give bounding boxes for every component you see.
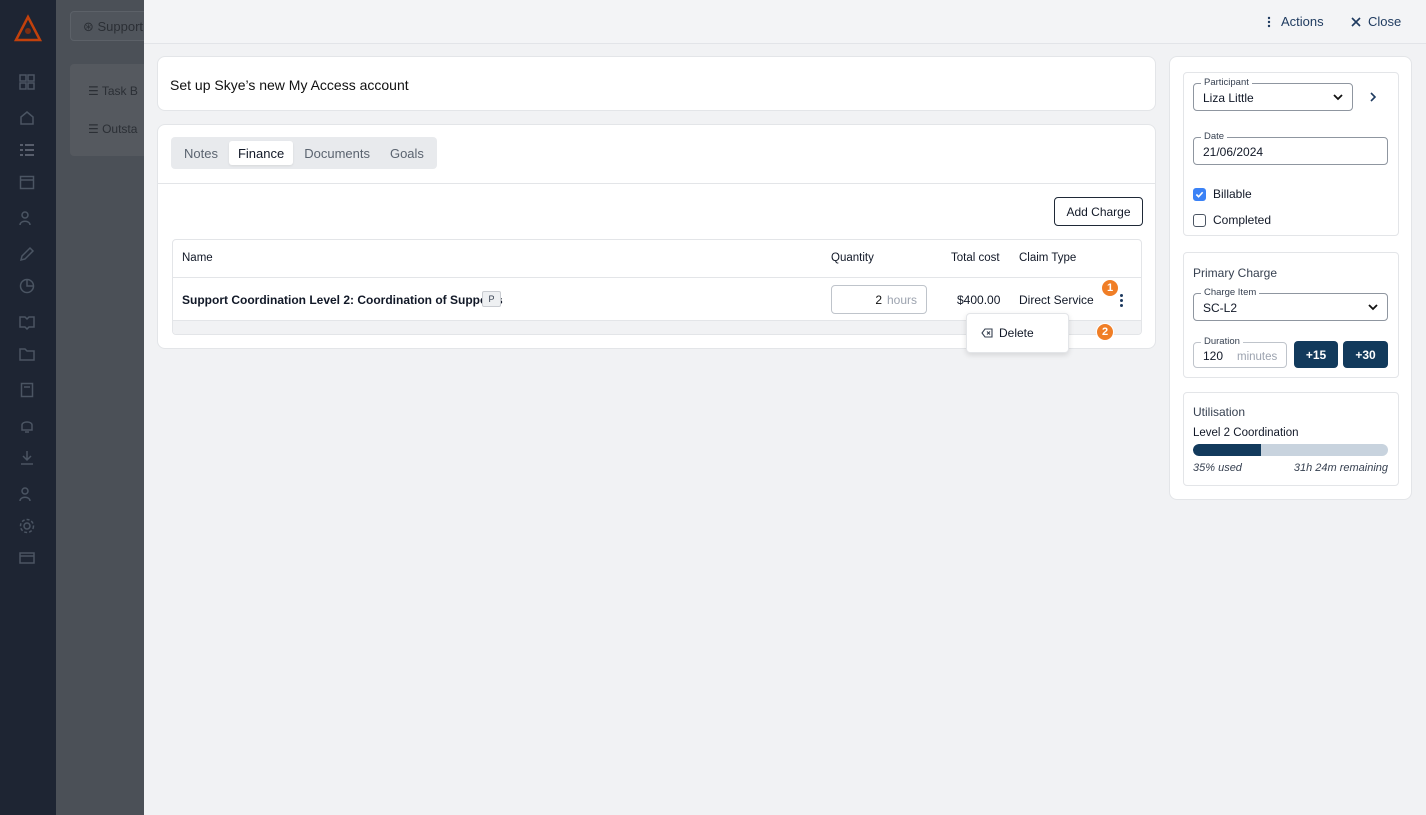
utilisation-progress-fill	[1193, 444, 1262, 456]
charge-item-select[interactable]: Charge Item SC-L2	[1193, 287, 1388, 321]
duration-unit: minutes	[1237, 351, 1278, 363]
app-logo-icon[interactable]	[13, 14, 43, 44]
utilisation-used: 35% used	[1193, 462, 1242, 474]
duration-value: 120	[1203, 349, 1224, 363]
background-row-label: Outsta	[102, 122, 138, 136]
kebab-dot	[1119, 298, 1123, 302]
duration-label: Duration	[1201, 336, 1243, 347]
date-field[interactable]: Date 21/06/2024	[1193, 131, 1388, 165]
duration-input[interactable]: Duration 120 minutes	[1193, 336, 1287, 368]
quantity-unit: hours	[886, 293, 917, 307]
chevron-right-icon[interactable]	[1367, 91, 1379, 103]
participant-label: Participant	[1201, 77, 1252, 88]
charge-total-cost: $400.00	[957, 293, 1001, 307]
billable-checkbox[interactable]: Billable	[1193, 187, 1252, 201]
quantity-input[interactable]: 2 hours	[831, 285, 927, 314]
add-30-button[interactable]: +30	[1343, 341, 1388, 368]
column-header-total-cost: Total cost	[951, 252, 1000, 264]
primary-charge-section: Primary Charge Charge Item SC-L2 Duratio…	[1183, 252, 1399, 378]
chevron-down-icon	[1368, 304, 1378, 311]
utilisation-item: Level 2 Coordination	[1193, 427, 1299, 439]
checkbox-checked-icon	[1193, 187, 1206, 201]
download-icon[interactable]	[19, 450, 35, 466]
book-icon[interactable]	[19, 314, 35, 330]
participant-value: Liza Little	[1203, 91, 1254, 105]
primary-charge-title: Primary Charge	[1193, 266, 1278, 280]
divider	[158, 183, 1155, 184]
charge-badge: P	[482, 291, 501, 307]
tab-bar: Notes Finance Documents Goals	[171, 137, 437, 169]
utilisation-progress-bar	[1193, 444, 1388, 456]
charge-item-label: Charge Item	[1201, 287, 1260, 298]
background-panel	[70, 64, 150, 156]
bell-icon[interactable]	[19, 418, 35, 434]
completed-checkbox[interactable]: Completed	[1193, 213, 1271, 227]
add-15-button[interactable]: +15	[1294, 341, 1338, 368]
tasks-icon[interactable]	[19, 142, 35, 158]
charge-name: Support Coordination Level 2: Coordinati…	[182, 293, 503, 307]
utilisation-section: Utilisation Level 2 Coordination 35% use…	[1183, 392, 1399, 486]
kebab-dot	[1119, 303, 1123, 307]
row-context-menu[interactable]: Delete	[966, 313, 1069, 353]
task-drawer: Actions Close Set up Skye’s new My Acces…	[144, 0, 1426, 815]
utilisation-title: Utilisation	[1193, 405, 1246, 419]
charge-item-value: SC-L2	[1203, 301, 1238, 315]
card-icon[interactable]	[19, 550, 35, 566]
column-header-claim-type: Claim Type	[1019, 252, 1077, 264]
participant-select[interactable]: Participant Liza Little	[1193, 77, 1353, 111]
dashboard-icon[interactable]	[19, 74, 35, 90]
step-marker: 1	[1101, 279, 1119, 297]
tab-finance[interactable]: Finance	[228, 141, 294, 165]
charge-claim-type: Direct Service	[1019, 293, 1094, 307]
folder-icon[interactable]	[19, 346, 35, 362]
date-value: 21/06/2024	[1203, 145, 1264, 159]
column-header-name: Name	[182, 252, 213, 264]
pen-icon[interactable]	[19, 246, 35, 262]
drawer-header: Actions Close	[144, 0, 1426, 44]
background-tab-label: Support	[97, 19, 144, 34]
checkbox-unchecked-icon	[1193, 213, 1206, 227]
participant-section: Participant Liza Little Date 21/06/2024 …	[1183, 72, 1399, 236]
background-row: ☰ Task B	[88, 84, 138, 98]
more-vertical-icon	[1267, 16, 1271, 27]
delete-menu-item[interactable]: Delete	[999, 326, 1034, 340]
background-row: ☰ Outsta	[88, 122, 138, 136]
delete-backspace-icon	[981, 328, 993, 338]
tab-notes[interactable]: Notes	[175, 141, 227, 165]
actions-button[interactable]: Actions	[1263, 14, 1324, 29]
close-icon	[1351, 16, 1361, 27]
gear-icon[interactable]	[19, 518, 35, 534]
completed-label: Completed	[1213, 213, 1272, 227]
tab-goals[interactable]: Goals	[381, 141, 433, 165]
close-label: Close	[1368, 14, 1402, 29]
background-tab: ⊛ Support	[70, 11, 150, 41]
kebab-dot	[1119, 293, 1123, 297]
nav-rail	[0, 0, 56, 815]
column-header-quantity: Quantity	[831, 252, 874, 264]
chevron-down-icon	[1333, 94, 1343, 101]
calculator-icon[interactable]	[19, 382, 35, 398]
user-settings-icon[interactable]	[19, 486, 35, 502]
task-title: Set up Skye’s new My Access account	[170, 77, 409, 93]
task-title-card: Set up Skye’s new My Access account	[157, 56, 1156, 111]
add-charge-button[interactable]: Add Charge	[1054, 197, 1143, 226]
close-button[interactable]: Close	[1350, 14, 1401, 29]
billable-label: Billable	[1213, 187, 1252, 201]
pie-chart-icon[interactable]	[19, 278, 35, 294]
quantity-value: 2	[875, 293, 882, 307]
table-header: Name Quantity Total cost Claim Type	[173, 240, 1141, 278]
date-label: Date	[1201, 131, 1228, 142]
actions-label: Actions	[1281, 14, 1324, 29]
background-row-label: Task B	[101, 84, 138, 98]
calendar-icon[interactable]	[19, 174, 35, 190]
people-icon[interactable]	[19, 210, 35, 226]
tab-documents[interactable]: Documents	[295, 141, 379, 165]
home-icon[interactable]	[19, 110, 35, 126]
utilisation-remaining: 31h 24m remaining	[1293, 462, 1388, 474]
details-sidebar: Participant Liza Little Date 21/06/2024 …	[1169, 56, 1412, 500]
step-marker: 2	[1096, 323, 1114, 341]
